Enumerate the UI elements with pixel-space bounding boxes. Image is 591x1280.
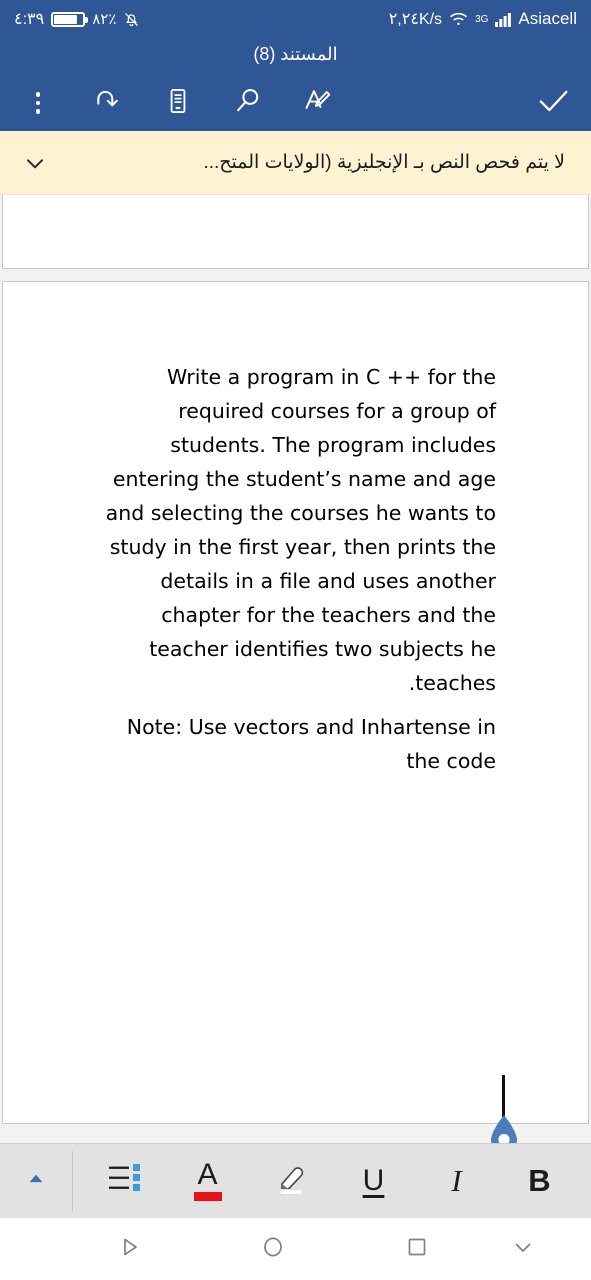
mobile-view-icon <box>164 87 192 120</box>
document-scroll-area[interactable]: Write a program in C ++ for the required… <box>0 195 591 1153</box>
document-paragraph-note: Note: Use vectors and Inhartense in the … <box>126 715 496 773</box>
done-button[interactable] <box>533 83 573 123</box>
bold-button[interactable]: B <box>512 1153 568 1209</box>
font-color-letter: A <box>197 1157 218 1191</box>
edit-pencil-a-icon <box>303 86 333 121</box>
network-type: 3G <box>475 13 489 25</box>
wifi-icon <box>449 12 468 27</box>
carrier-name: Asiacell <box>518 9 577 28</box>
search-icon <box>233 86 263 121</box>
document-paragraph: Write a program in C ++ for the required… <box>105 365 496 695</box>
formatting-toolbar: A U I B <box>0 1143 591 1217</box>
android-navigation-bar <box>0 1217 591 1280</box>
home-button[interactable] <box>249 1225 297 1273</box>
chevron-down-icon <box>511 1235 535 1264</box>
document-page-current[interactable]: Write a program in C ++ for the required… <box>2 281 589 1153</box>
signal-bars-icon <box>495 12 512 27</box>
triangle-back-icon <box>117 1235 141 1264</box>
highlighter-icon <box>272 1159 310 1203</box>
phone-screen: ٤:٣٩ ٨٢٪ ٢,٢٤K/s 3G Asiacell المستند (8)… <box>0 0 591 1280</box>
bullet-list-button[interactable] <box>97 1153 153 1209</box>
font-color-icon: A <box>193 1157 222 1201</box>
text-cursor <box>502 1075 505 1117</box>
more-vertical-icon <box>35 92 41 114</box>
checkmark-icon <box>536 84 570 123</box>
dismiss-keyboard-button[interactable] <box>499 1225 547 1273</box>
underline-button[interactable]: U <box>346 1153 402 1209</box>
redo-icon <box>93 86 123 121</box>
proofing-notice-bar[interactable]: لا يتم فحص النص بـ الإنجليزية (الولايات … <box>0 131 591 195</box>
collapse-toolbar-button[interactable] <box>0 1167 72 1194</box>
battery-icon <box>51 11 89 27</box>
chevron-down-icon[interactable] <box>20 148 50 178</box>
document-body[interactable]: Write a program in C ++ for the required… <box>3 282 588 778</box>
italic-button[interactable]: I <box>429 1153 485 1209</box>
network-speed: ٢,٢٤K/s <box>388 11 443 28</box>
highlight-button[interactable] <box>263 1153 319 1209</box>
square-recents-icon <box>405 1235 429 1264</box>
back-button[interactable] <box>105 1225 153 1273</box>
page-title: المستند (8) <box>0 38 591 75</box>
page-separator <box>0 269 591 281</box>
status-time: ٤:٣٩ <box>14 11 45 28</box>
circle-home-icon <box>261 1235 285 1264</box>
font-color-button[interactable]: A <box>180 1153 236 1209</box>
document-page-previous[interactable] <box>2 195 589 269</box>
edit-text-button[interactable] <box>298 83 338 123</box>
bell-muted-icon <box>123 11 140 28</box>
mobile-view-button[interactable] <box>158 83 198 123</box>
font-color-swatch <box>193 1191 222 1201</box>
status-bar: ٤:٣٩ ٨٢٪ ٢,٢٤K/s 3G Asiacell <box>0 0 591 38</box>
proofing-notice-text: لا يتم فحص النص بـ الإنجليزية (الولايات … <box>203 152 565 173</box>
chevron-up-icon <box>25 1167 47 1194</box>
redo-button[interactable] <box>88 83 128 123</box>
app-toolbar <box>0 75 591 131</box>
overflow-menu-button[interactable] <box>18 83 58 123</box>
recents-button[interactable] <box>393 1225 441 1273</box>
battery-percent: ٨٢٪ <box>92 11 117 28</box>
search-button[interactable] <box>228 83 268 123</box>
bullet-list-rtl-icon <box>106 1160 144 1202</box>
